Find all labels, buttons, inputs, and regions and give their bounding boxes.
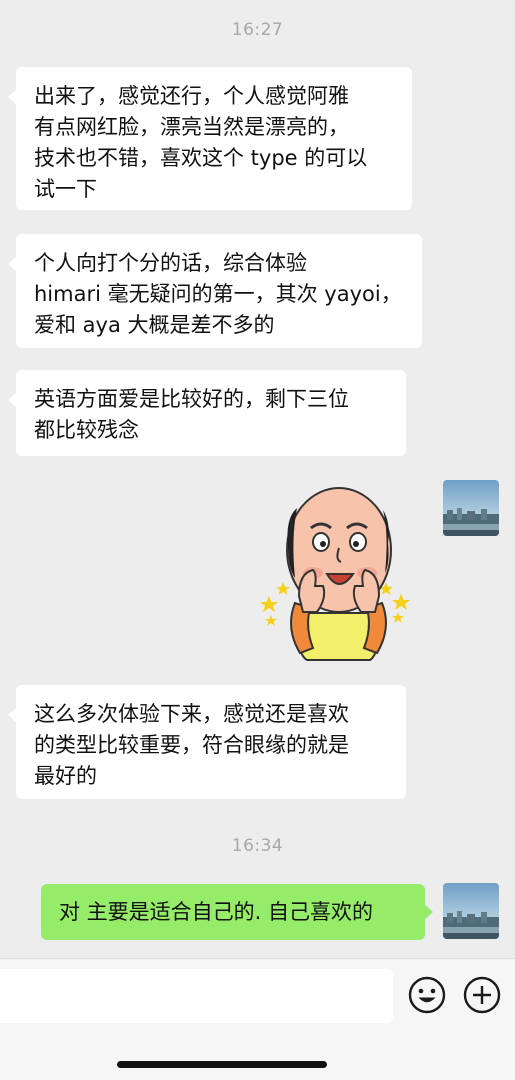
timestamp: 16:34 <box>231 836 284 856</box>
bald-man-thumbs-up-sticker[interactable] <box>255 478 415 663</box>
message-input[interactable] <box>0 969 393 1023</box>
message-bubble[interactable]: 个人向打个分的话，综合体验 himari 毫无疑问的第一，其次 yayoi， 爱… <box>8 234 422 348</box>
plus-icon[interactable] <box>463 976 501 1014</box>
message-line: 的类型比较重要，符合眼缘的就是 <box>34 733 349 757</box>
message-line: 试一下 <box>34 177 97 201</box>
message-line: 有点网红脸，漂亮当然是漂亮的， <box>34 115 349 139</box>
message-line: 这么多次体验下来，感觉还是喜欢 <box>34 702 349 726</box>
message-line: himari 毫无疑问的第一，其次 yayoi， <box>34 282 402 306</box>
timestamp: 16:27 <box>231 20 284 40</box>
avatar-photo <box>443 480 499 536</box>
self-avatar[interactable] <box>443 480 499 536</box>
message-bubble[interactable]: 出来了，感觉还行，个人感觉阿雅 有点网红脸，漂亮当然是漂亮的， 技术也不错，喜欢… <box>8 67 412 210</box>
chat-area[interactable]: 16:27 出来了，感觉还行，个人感觉阿雅 有点网红脸，漂亮当然是漂亮的， 技术… <box>0 0 515 958</box>
message-line: 英语方面爱是比较好的，剩下三位 <box>34 387 349 411</box>
message-line: 都比较残念 <box>34 418 139 442</box>
message-line: 最好的 <box>34 764 97 788</box>
message-bubble[interactable]: 这么多次体验下来，感觉还是喜欢 的类型比较重要，符合眼缘的就是 最好的 <box>8 685 406 799</box>
message-line: 爱和 aya 大概是差不多的 <box>34 313 275 337</box>
message-line: 出来了，感觉还行，个人感觉阿雅 <box>34 84 349 108</box>
message-bubble-self[interactable]: 对 主要是适合自己的. 自己喜欢的 <box>41 884 433 940</box>
sticker-image <box>260 487 410 661</box>
avatar-photo <box>443 883 499 939</box>
emoji-icon[interactable] <box>408 976 446 1014</box>
message-line: 个人向打个分的话，综合体验 <box>34 251 307 275</box>
message-line: 对 主要是适合自己的. 自己喜欢的 <box>59 900 374 924</box>
self-avatar[interactable] <box>443 883 499 939</box>
message-line: 技术也不错，喜欢这个 type 的可以 <box>34 146 368 170</box>
home-indicator[interactable] <box>117 1061 327 1068</box>
message-bubble[interactable]: 英语方面爱是比较好的，剩下三位 都比较残念 <box>8 370 406 456</box>
